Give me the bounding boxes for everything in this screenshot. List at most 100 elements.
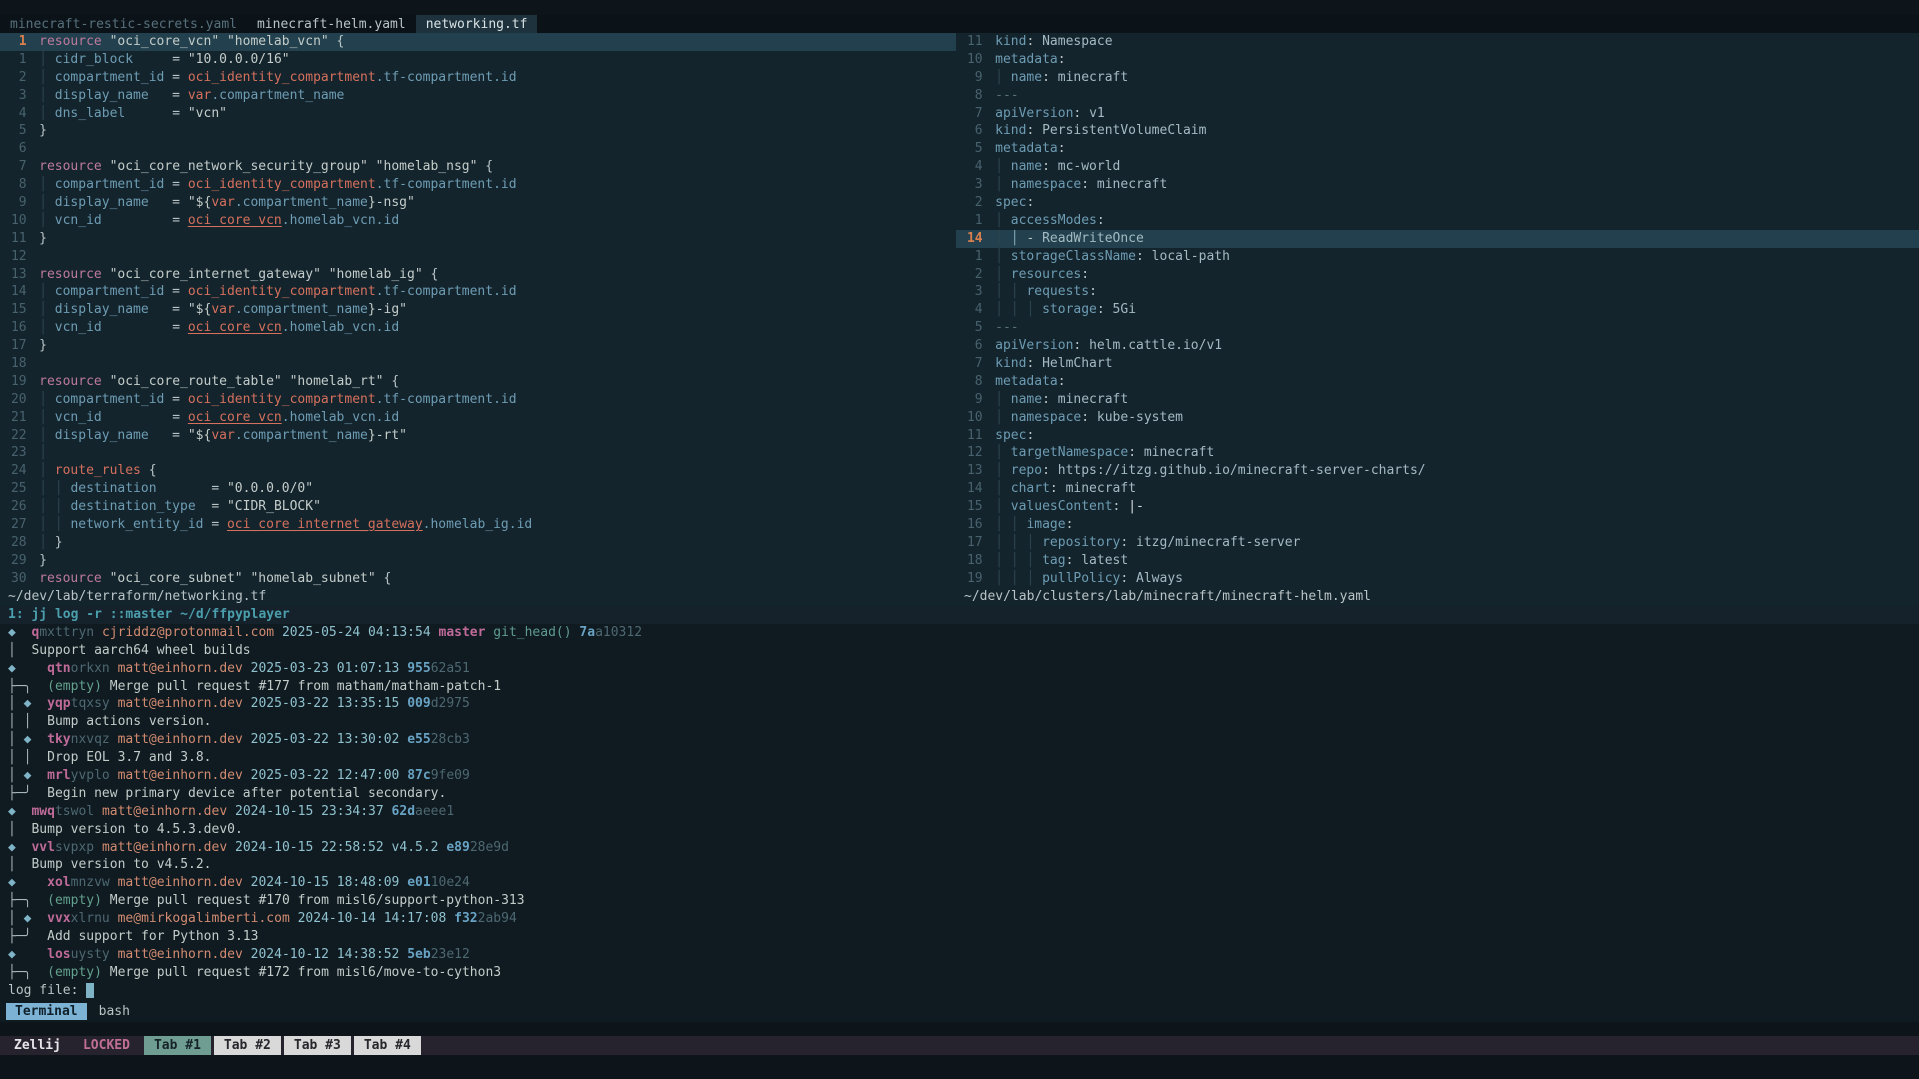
buffer-tab-minecraft-helm[interactable]: minecraft-helm.yaml bbox=[247, 15, 416, 33]
line-number: 17 bbox=[956, 534, 983, 552]
code-line[interactable]: 9│ name: minecraft bbox=[956, 391, 1919, 409]
code-line[interactable]: 24│ route_rules { bbox=[0, 462, 956, 480]
code-line[interactable]: 30resource "oci_core_subnet" "homelab_su… bbox=[0, 570, 956, 588]
line-number: 10 bbox=[0, 212, 27, 230]
editor-pane-minecraft-helm[interactable]: 11kind: Namespace10metadata:9│ name: min… bbox=[956, 33, 1919, 606]
line-number: 15 bbox=[956, 498, 983, 516]
code-line[interactable]: 3│ display_name = var.compartment_name bbox=[0, 87, 956, 105]
code-line[interactable]: 17│ │ │ repository: itzg/minecraft-serve… bbox=[956, 534, 1919, 552]
line-number: 2 bbox=[956, 266, 983, 284]
line-number: 1 bbox=[0, 33, 27, 51]
code-line[interactable]: 3│ │ requests: bbox=[956, 283, 1919, 301]
code-line[interactable]: 8metadata: bbox=[956, 373, 1919, 391]
code-line[interactable]: 9│ display_name = "${var.compartment_nam… bbox=[0, 194, 956, 212]
code-line[interactable]: 16│ vcn_id = oci_core_vcn.homelab_vcn.id bbox=[0, 319, 956, 337]
code-line[interactable]: 11spec: bbox=[956, 427, 1919, 445]
code-line[interactable]: 4│ dns_label = "vcn" bbox=[0, 105, 956, 123]
code-line[interactable]: 21│ vcn_id = oci_core_vcn.homelab_vcn.id bbox=[0, 409, 956, 427]
code-line[interactable]: 11} bbox=[0, 230, 956, 248]
code-line[interactable]: 6apiVersion: helm.cattle.io/v1 bbox=[956, 337, 1919, 355]
line-number: 11 bbox=[956, 33, 983, 51]
code-line[interactable]: 28│ } bbox=[0, 534, 956, 552]
code-line[interactable]: 12│ targetNamespace: minecraft bbox=[956, 444, 1919, 462]
line-number: 16 bbox=[956, 516, 983, 534]
code-line[interactable]: 15│ display_name = "${var.compartment_na… bbox=[0, 301, 956, 319]
terminal-pane[interactable]: 1: jj log -r ::master ~/d/ffpyplayer ◆ q… bbox=[0, 606, 1919, 1000]
buffer-tab-minecraft-restic-secrets[interactable]: minecraft-restic-secrets.yaml bbox=[0, 15, 247, 33]
gap-band bbox=[0, 1022, 1919, 1036]
line-number: 11 bbox=[0, 230, 27, 248]
code-line[interactable]: 19│ │ │ pullPolicy: Always bbox=[956, 570, 1919, 588]
code-line[interactable]: 5} bbox=[0, 122, 956, 140]
code-line[interactable]: 1resource "oci_core_vcn" "homelab_vcn" { bbox=[0, 33, 956, 51]
zellij-tab-4[interactable]: Tab #4 bbox=[354, 1036, 421, 1055]
code-line[interactable]: 1│ cidr_block = "10.0.0.0/16" bbox=[0, 51, 956, 69]
jj-log-output: ◆ qmxttryn cjriddz@protonmail.com 2025-0… bbox=[0, 624, 1919, 982]
code-line[interactable]: 7apiVersion: v1 bbox=[956, 105, 1919, 123]
code-line[interactable]: 19resource "oci_core_route_table" "homel… bbox=[0, 373, 956, 391]
code-line[interactable]: 12 bbox=[0, 248, 956, 266]
code-line[interactable]: 14│ chart: minecraft bbox=[956, 480, 1919, 498]
code-line[interactable]: 1│ accessModes: bbox=[956, 212, 1919, 230]
line-number: 10 bbox=[956, 409, 983, 427]
code-line[interactable]: 2spec: bbox=[956, 194, 1919, 212]
code-line[interactable]: 10│ namespace: kube-system bbox=[956, 409, 1919, 427]
code-line[interactable]: 6kind: PersistentVolumeClaim bbox=[956, 122, 1919, 140]
zellij-label: Zellij bbox=[0, 1036, 75, 1055]
code-line[interactable]: 8--- bbox=[956, 87, 1919, 105]
jj-log-line: ├─╮ (empty) Merge pull request #172 from… bbox=[0, 964, 1919, 982]
terminal-prompt[interactable]: log file: bbox=[0, 982, 1919, 1000]
code-line[interactable]: 15│ valuesContent: |- bbox=[956, 498, 1919, 516]
code-line[interactable]: 2│ resources: bbox=[956, 266, 1919, 284]
code-line[interactable]: 27│ │ network_entity_id = oci_core_inter… bbox=[0, 516, 956, 534]
code-line[interactable]: 9│ name: minecraft bbox=[956, 69, 1919, 87]
code-lines-right: 11kind: Namespace10metadata:9│ name: min… bbox=[956, 33, 1919, 588]
code-line[interactable]: 18│ │ │ tag: latest bbox=[956, 552, 1919, 570]
code-line[interactable]: 22│ display_name = "${var.compartment_na… bbox=[0, 427, 956, 445]
code-line[interactable]: 7resource "oci_core_network_security_gro… bbox=[0, 158, 956, 176]
code-line[interactable]: 4│ │ │ storage: 5Gi bbox=[956, 301, 1919, 319]
jj-log-line: ◆ vvlsvpxp matt@einhorn.dev 2024-10-15 2… bbox=[0, 839, 1919, 857]
code-line[interactable]: 10│ vcn_id = oci_core_vcn.homelab_vcn.id bbox=[0, 212, 956, 230]
line-number: 23 bbox=[0, 444, 27, 462]
code-line[interactable]: 29} bbox=[0, 552, 956, 570]
jj-log-line: │ ◆ mrlyvplo matt@einhorn.dev 2025-03-22… bbox=[0, 767, 1919, 785]
line-number: 8 bbox=[0, 176, 27, 194]
code-line[interactable]: 3│ namespace: minecraft bbox=[956, 176, 1919, 194]
line-number: 11 bbox=[956, 427, 983, 445]
editor-pane-networking-tf[interactable]: 1resource "oci_core_vcn" "homelab_vcn" {… bbox=[0, 33, 956, 606]
code-line[interactable]: 5--- bbox=[956, 319, 1919, 337]
code-line[interactable]: 13resource "oci_core_internet_gateway" "… bbox=[0, 266, 956, 284]
terminal-pane-title: 1: jj log -r ::master ~/d/ffpyplayer bbox=[0, 606, 1919, 624]
code-line[interactable]: 7kind: HelmChart bbox=[956, 355, 1919, 373]
line-number: 5 bbox=[956, 140, 983, 158]
code-line[interactable]: 6 bbox=[0, 140, 956, 158]
line-number: 9 bbox=[956, 69, 983, 87]
jj-log-line: ◆ mwqtswol matt@einhorn.dev 2024-10-15 2… bbox=[0, 803, 1919, 821]
code-line[interactable]: 17} bbox=[0, 337, 956, 355]
code-line[interactable]: 26│ │ destination_type = "CIDR_BLOCK" bbox=[0, 498, 956, 516]
pane-name-chip[interactable]: Terminal bbox=[6, 1003, 87, 1020]
zellij-tab-1[interactable]: Tab #1 bbox=[144, 1036, 211, 1055]
line-number: 6 bbox=[0, 140, 27, 158]
code-line[interactable]: 5metadata: bbox=[956, 140, 1919, 158]
code-line[interactable]: 20│ compartment_id = oci_identity_compar… bbox=[0, 391, 956, 409]
code-line[interactable]: 11kind: Namespace bbox=[956, 33, 1919, 51]
code-line[interactable]: 14│ compartment_id = oci_identity_compar… bbox=[0, 283, 956, 301]
code-line[interactable]: 8│ compartment_id = oci_identity_compart… bbox=[0, 176, 956, 194]
code-line[interactable]: 16│ │ image: bbox=[956, 516, 1919, 534]
zellij-tab-2[interactable]: Tab #2 bbox=[214, 1036, 281, 1055]
code-line[interactable]: 4│ name: mc-world bbox=[956, 158, 1919, 176]
code-line[interactable]: 2│ compartment_id = oci_identity_compart… bbox=[0, 69, 956, 87]
code-line[interactable]: 23│ bbox=[0, 444, 956, 462]
code-line[interactable]: 1│ storageClassName: local-path bbox=[956, 248, 1919, 266]
buffer-tab-networking-tf[interactable]: networking.tf bbox=[416, 15, 538, 33]
code-line[interactable]: 13│ repo: https://itzg.github.io/minecra… bbox=[956, 462, 1919, 480]
zellij-tab-3[interactable]: Tab #3 bbox=[284, 1036, 351, 1055]
code-line[interactable]: 10metadata: bbox=[956, 51, 1919, 69]
code-line[interactable]: 18 bbox=[0, 355, 956, 373]
code-line[interactable]: 25│ │ destination = "0.0.0.0/0" bbox=[0, 480, 956, 498]
code-line[interactable]: 14│ │ - ReadWriteOnce bbox=[956, 230, 1919, 248]
zellij-session: minecraft-restic-secrets.yaml minecraft-… bbox=[0, 0, 1919, 1079]
line-number: 13 bbox=[956, 462, 983, 480]
